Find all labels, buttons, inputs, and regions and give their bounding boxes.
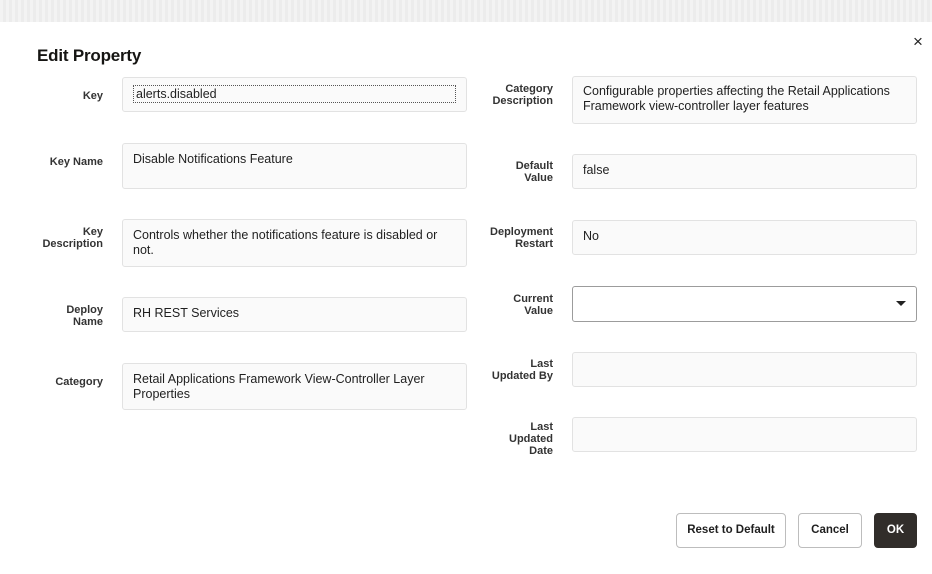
key-value: alerts.disabled xyxy=(133,85,456,103)
last-updated-by-label: Last Updated By xyxy=(491,358,553,382)
category-description-label: Category Description xyxy=(492,83,553,107)
key-description-label: Key Description xyxy=(42,226,103,250)
key-name-label: Key Name xyxy=(49,156,103,168)
category-description-value: Configurable properties affecting the Re… xyxy=(583,84,890,113)
background-strip xyxy=(0,0,932,22)
key-label: Key xyxy=(82,90,103,102)
edit-property-dialog: Edit Property × Key alerts.disabled Key … xyxy=(10,22,932,574)
category-description-field[interactable]: Configurable properties affecting the Re… xyxy=(572,76,917,124)
current-value-label: Current Value xyxy=(513,293,553,317)
ok-button[interactable]: OK xyxy=(874,513,917,548)
default-value-value: false xyxy=(583,163,610,177)
deploy-name-label: Deploy Name xyxy=(66,304,103,328)
last-updated-date-field[interactable] xyxy=(572,417,917,452)
deploy-name-value: RH REST Services xyxy=(133,306,240,320)
default-value-field[interactable]: false xyxy=(572,154,917,189)
close-icon[interactable]: × xyxy=(908,32,928,52)
default-value-label: Default Value xyxy=(515,160,553,184)
category-field[interactable]: Retail Applications Framework View-Contr… xyxy=(122,363,467,410)
category-value: Retail Applications Framework View-Contr… xyxy=(133,372,425,401)
last-updated-date-label: Last Updated Date xyxy=(509,421,553,457)
key-name-field[interactable]: Disable Notifications Feature xyxy=(122,143,467,189)
deploy-name-field[interactable]: RH REST Services xyxy=(122,297,467,332)
category-label: Category xyxy=(55,376,103,388)
current-value-select[interactable] xyxy=(572,286,917,322)
key-description-field[interactable]: Controls whether the notifications featu… xyxy=(122,219,467,267)
deployment-restart-value: No xyxy=(583,229,599,243)
dialog-title: Edit Property xyxy=(37,46,142,65)
cancel-button[interactable]: Cancel xyxy=(798,513,862,548)
key-name-value: Disable Notifications Feature xyxy=(133,152,293,166)
key-field[interactable]: alerts.disabled xyxy=(122,77,467,112)
deployment-restart-field[interactable]: No xyxy=(572,220,917,255)
deployment-restart-label: Deployment Restart xyxy=(490,226,553,250)
last-updated-by-field[interactable] xyxy=(572,352,917,387)
key-description-value: Controls whether the notifications featu… xyxy=(133,228,438,257)
reset-to-default-button[interactable]: Reset to Default xyxy=(676,513,786,548)
caret-down-icon xyxy=(896,301,906,306)
